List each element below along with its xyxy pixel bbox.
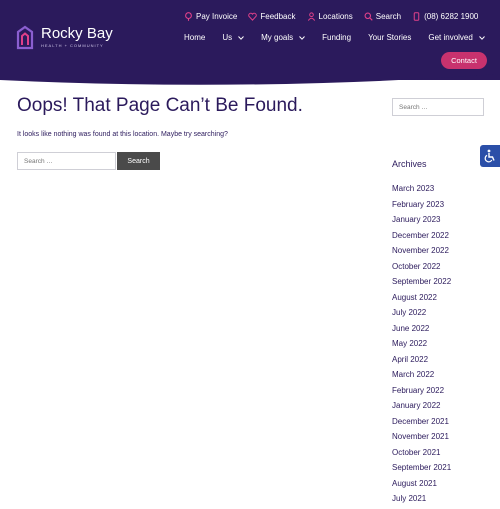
archive-link[interactable]: June 2022 (392, 323, 451, 339)
nav-home[interactable]: Home (184, 33, 205, 42)
nav-get-involved-label: Get involved (428, 33, 473, 42)
nav-us[interactable]: Us (222, 33, 244, 42)
archive-link[interactable]: October 2021 (392, 447, 451, 463)
phone-icon (413, 12, 420, 21)
locations-label: Locations (318, 12, 353, 21)
nav-funding-label: Funding (322, 33, 352, 42)
header-wave-divider (0, 72, 500, 85)
archive-link[interactable]: April 2022 (392, 354, 451, 370)
phone-link[interactable]: (08) 6282 1900 (412, 12, 478, 21)
archive-link[interactable]: September 2021 (392, 462, 451, 478)
nav-my-goals[interactable]: My goals (261, 33, 306, 42)
nav-your-stories-label: Your Stories (368, 33, 412, 42)
archive-link[interactable]: February 2023 (392, 199, 451, 215)
rocky-bay-logo-icon (16, 25, 34, 50)
archive-link[interactable]: March 2023 (392, 183, 451, 199)
search-link[interactable]: Search (364, 12, 401, 21)
contact-button[interactable]: Contact (441, 52, 487, 69)
feedback-label: Feedback (260, 12, 296, 21)
archives-heading: Archives (392, 159, 427, 169)
not-found-message: It looks like nothing was found at this … (17, 131, 228, 138)
nav-my-goals-label: My goals (261, 33, 294, 42)
archive-link[interactable]: September 2022 (392, 276, 451, 292)
site-logo[interactable]: Rocky Bay HEALTH + COMMUNITY (14, 24, 113, 50)
archive-link[interactable]: November 2022 (392, 245, 451, 261)
archive-link[interactable]: July 2022 (392, 307, 451, 323)
archive-link[interactable]: January 2023 (392, 214, 451, 230)
chevron-down-icon (478, 35, 485, 40)
accessibility-button[interactable] (480, 145, 500, 167)
archive-link[interactable]: February 2022 (392, 385, 451, 401)
search-icon (364, 12, 373, 21)
nav-your-stories[interactable]: Your Stories (368, 33, 411, 42)
pay-invoice-link[interactable]: Pay Invoice (184, 12, 237, 21)
archive-link[interactable]: November 2021 (392, 431, 451, 447)
archive-link[interactable]: August 2021 (392, 478, 451, 494)
archive-link[interactable]: December 2022 (392, 230, 451, 246)
chevron-down-icon (238, 35, 244, 40)
locations-link[interactable]: Locations (307, 12, 353, 21)
archive-link[interactable]: March 2022 (392, 369, 451, 385)
dollar-pin-icon (185, 12, 192, 21)
archive-link[interactable]: August 2022 (392, 292, 451, 308)
people-icon (307, 12, 315, 21)
chevron-down-icon (299, 35, 306, 40)
phone-label: (08) 6282 1900 (424, 12, 479, 21)
wheelchair-icon (484, 149, 495, 163)
nav-us-label: Us (222, 33, 233, 42)
archive-link[interactable]: December 2021 (392, 416, 451, 432)
archive-link[interactable]: January 2022 (392, 400, 451, 416)
nav-funding[interactable]: Funding (322, 33, 351, 42)
archive-link[interactable]: October 2022 (392, 261, 451, 277)
heart-icon (248, 12, 258, 21)
logo-subtitle: HEALTH + COMMUNITY (41, 43, 104, 48)
pay-invoice-label: Pay Invoice (196, 12, 238, 21)
sidebar-search-input[interactable] (392, 98, 484, 116)
logo-title: Rocky Bay (41, 25, 113, 42)
main-nav: Home Us My goals Funding Your Stories Ge… (184, 33, 500, 42)
site-header: Rocky Bay HEALTH + COMMUNITY Pay Invoice… (0, 0, 500, 80)
utility-nav: Pay Invoice Feedback Locations Search (0… (184, 12, 489, 21)
main-search-input[interactable] (17, 152, 116, 170)
search-label: Search (375, 12, 402, 21)
page-title: Oops! That Page Can’t Be Found. (17, 95, 303, 116)
nav-home-label: Home (184, 33, 206, 42)
archives-list: March 2023 February 2023 January 2023 De… (392, 183, 451, 509)
main-search-button[interactable]: Search (117, 152, 160, 170)
archive-link[interactable]: May 2022 (392, 338, 451, 354)
archive-link[interactable]: July 2021 (392, 493, 451, 509)
nav-get-involved[interactable]: Get involved (428, 33, 485, 42)
feedback-link[interactable]: Feedback (248, 12, 296, 21)
